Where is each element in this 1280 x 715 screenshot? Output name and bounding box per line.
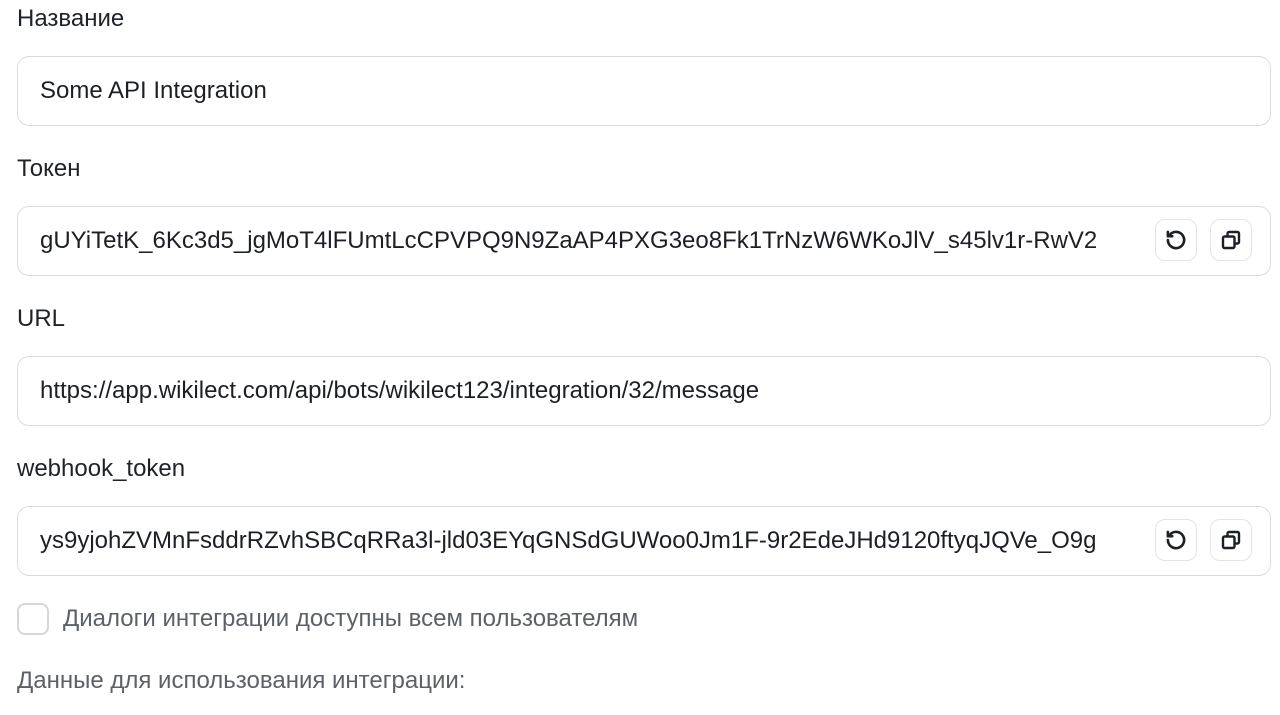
webhook-token-field[interactable]: ys9yjohZVMnFsddrRZvhSBCqRRa3l-jld03EYqGN… bbox=[17, 506, 1271, 576]
copy-icon bbox=[1221, 230, 1241, 250]
dialogs-access-checkbox[interactable] bbox=[17, 603, 49, 635]
token-regenerate-button[interactable] bbox=[1155, 219, 1197, 261]
webhook-token-regenerate-button[interactable] bbox=[1155, 519, 1197, 561]
url-label: URL bbox=[17, 305, 66, 332]
name-label: Название bbox=[17, 5, 125, 32]
token-copy-button[interactable] bbox=[1210, 219, 1252, 261]
url-field[interactable]: https://app.wikilect.com/api/bots/wikile… bbox=[17, 356, 1271, 426]
dialogs-access-checkbox-row[interactable]: Диалоги интеграции доступны всем пользов… bbox=[17, 601, 638, 637]
token-label: Токен bbox=[17, 155, 81, 182]
refresh-icon bbox=[1166, 530, 1186, 550]
copy-icon bbox=[1221, 530, 1241, 550]
webhook-token-input[interactable]: ys9yjohZVMnFsddrRZvhSBCqRRa3l-jld03EYqGN… bbox=[40, 507, 1148, 575]
token-field[interactable]: gUYiTetK_6Kc3d5_jgMoT4lFUmtLcCPVPQ9N9ZaA… bbox=[17, 206, 1271, 276]
dialogs-access-checkbox-label[interactable]: Диалоги интеграции доступны всем пользов… bbox=[63, 605, 638, 633]
url-input[interactable]: https://app.wikilect.com/api/bots/wikile… bbox=[40, 357, 1250, 425]
webhook-token-label: webhook_token bbox=[17, 455, 186, 482]
name-field[interactable]: Some API Integration bbox=[17, 56, 1271, 126]
usage-data-section-title: Данные для использования интеграции: bbox=[17, 667, 466, 694]
name-input[interactable]: Some API Integration bbox=[40, 57, 1250, 125]
refresh-icon bbox=[1166, 230, 1186, 250]
token-input[interactable]: gUYiTetK_6Kc3d5_jgMoT4lFUmtLcCPVPQ9N9ZaA… bbox=[40, 207, 1148, 275]
webhook-token-copy-button[interactable] bbox=[1210, 519, 1252, 561]
